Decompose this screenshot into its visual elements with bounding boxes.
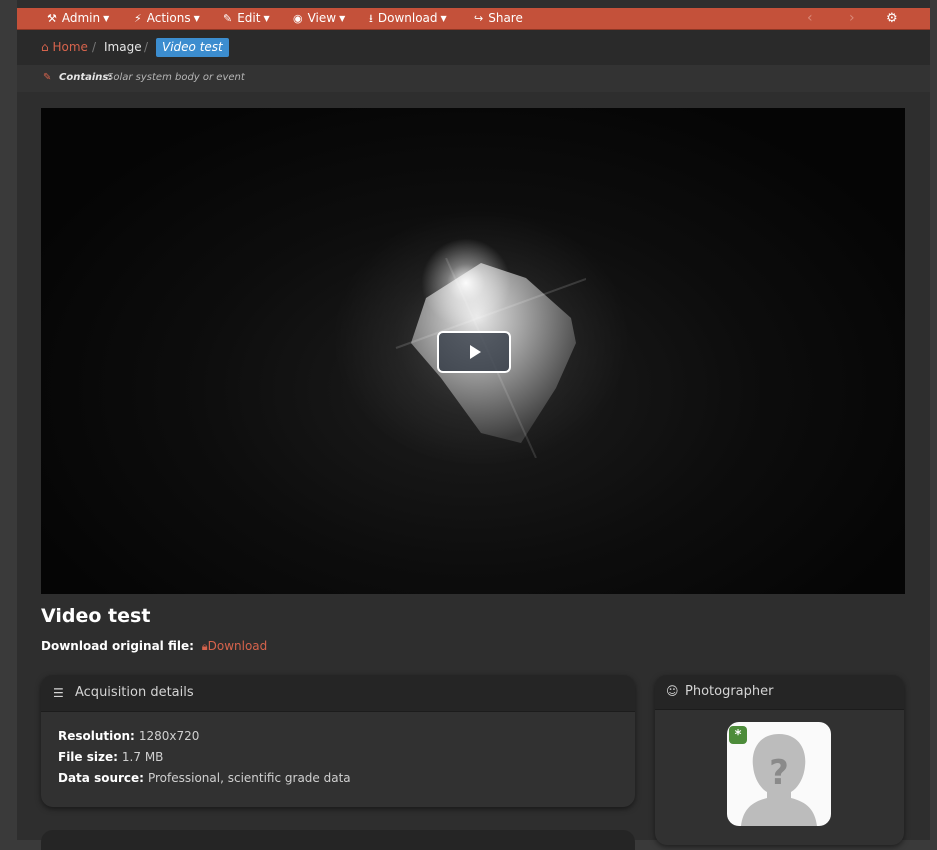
list-icon: ☰ [53,686,64,700]
light-flare [421,238,511,328]
plus-badge-icon[interactable]: * [729,726,747,744]
breadcrumb-home-label: Home [52,40,88,54]
previous-icon[interactable]: ‹ [807,8,813,29]
download-label: Download [377,11,438,25]
contains-label: Contains: [59,72,113,83]
video-player[interactable] [41,108,905,594]
view-menu[interactable]: ◉ View ▼ [293,8,345,29]
breadcrumb: ⌂ Home / Image / Video test [17,30,930,65]
caret-down-icon: ▼ [103,14,110,23]
data-source-value: Professional, scientific grade data [147,771,351,785]
data-source-row: Data source: Professional, scientific gra… [58,771,351,785]
photographer-heading: Photographer [685,684,774,699]
breadcrumb-separator: / [144,40,149,54]
next-panel-header [41,830,635,850]
play-button[interactable] [437,331,511,373]
next-icon[interactable]: › [849,8,855,29]
svg-text:?: ? [769,753,789,793]
file-size-row: File size: 1.7 MB [58,750,163,764]
bolt-icon: ⚡ [134,12,142,25]
edit-label: Edit [237,11,261,25]
pencil-icon: ✎ [223,12,233,25]
breadcrumb-image[interactable]: Image [104,39,142,56]
page: ⚒ Admin ▼ ⚡ Actions ▼ ✎ Edit ▼ ◉ View ▼ ⭳ Downloa… [17,0,930,850]
actions-menu[interactable]: ⚡ Actions ▼ [134,8,200,29]
photographer-header: ☺ Photographer [655,675,904,710]
play-icon [470,345,481,359]
eye-icon: ◉ [293,12,303,25]
actions-label: Actions [146,11,191,25]
admin-label: Admin [61,11,101,25]
contains-value[interactable]: Solar system body or event [107,72,245,83]
edit-menu[interactable]: ✎ Edit ▼ [223,8,270,29]
download-original-label: Download original file [41,639,190,653]
tag-icon: ✎ [43,72,52,83]
contains-bar: ✎ Contains: Solar system body or event [17,65,930,92]
caret-down-icon: ▼ [263,14,270,23]
resolution-value: 1280x720 [138,729,200,743]
gear-icon[interactable]: ⚙ [886,8,898,29]
file-size-key: File size: [58,750,118,764]
admin-menu[interactable]: ⚒ Admin ▼ [47,8,109,29]
caret-down-icon: ▼ [339,14,346,23]
download-icon: ⭳ [369,12,373,25]
top-toolbar: ⚒ Admin ▼ ⚡ Actions ▼ ✎ Edit ▼ ◉ View ▼ ⭳ Downloa… [17,8,930,30]
breadcrumb-current: Video test [156,38,229,57]
share-icon: ↪ [474,12,484,25]
caret-down-icon: ▼ [193,14,200,23]
gavel-icon: ⚒ [47,12,57,25]
download-menu[interactable]: ⭳ Download ▼ [369,8,447,29]
user-icon: ☺ [666,684,679,698]
download-original-link[interactable]: Download [208,639,268,653]
image-title: Video test [41,605,151,627]
home-icon: ⌂ [41,40,49,54]
colon: : [189,639,194,653]
file-size-value: 1.7 MB [121,750,164,764]
photographer-panel: ☺ Photographer ? * [655,675,904,845]
download-original-row: Download original file: 🔒︎Download [41,639,267,654]
caret-down-icon: ▼ [440,14,447,23]
acquisition-heading: Acquisition details [75,685,194,700]
breadcrumb-home[interactable]: ⌂ Home [41,39,88,56]
share-label: Share [488,11,523,25]
acquisition-header: ☰ Acquisition details [41,675,635,712]
resolution-key: Resolution: [58,729,135,743]
resolution-row: Resolution: 1280x720 [58,729,199,743]
data-source-key: Data source: [58,771,144,785]
acquisition-panel: ☰ Acquisition details Resolution: 1280x72… [41,675,635,807]
breadcrumb-separator: / [92,40,97,54]
share-menu[interactable]: ↪ Share [474,8,523,29]
view-label: View [307,11,337,25]
